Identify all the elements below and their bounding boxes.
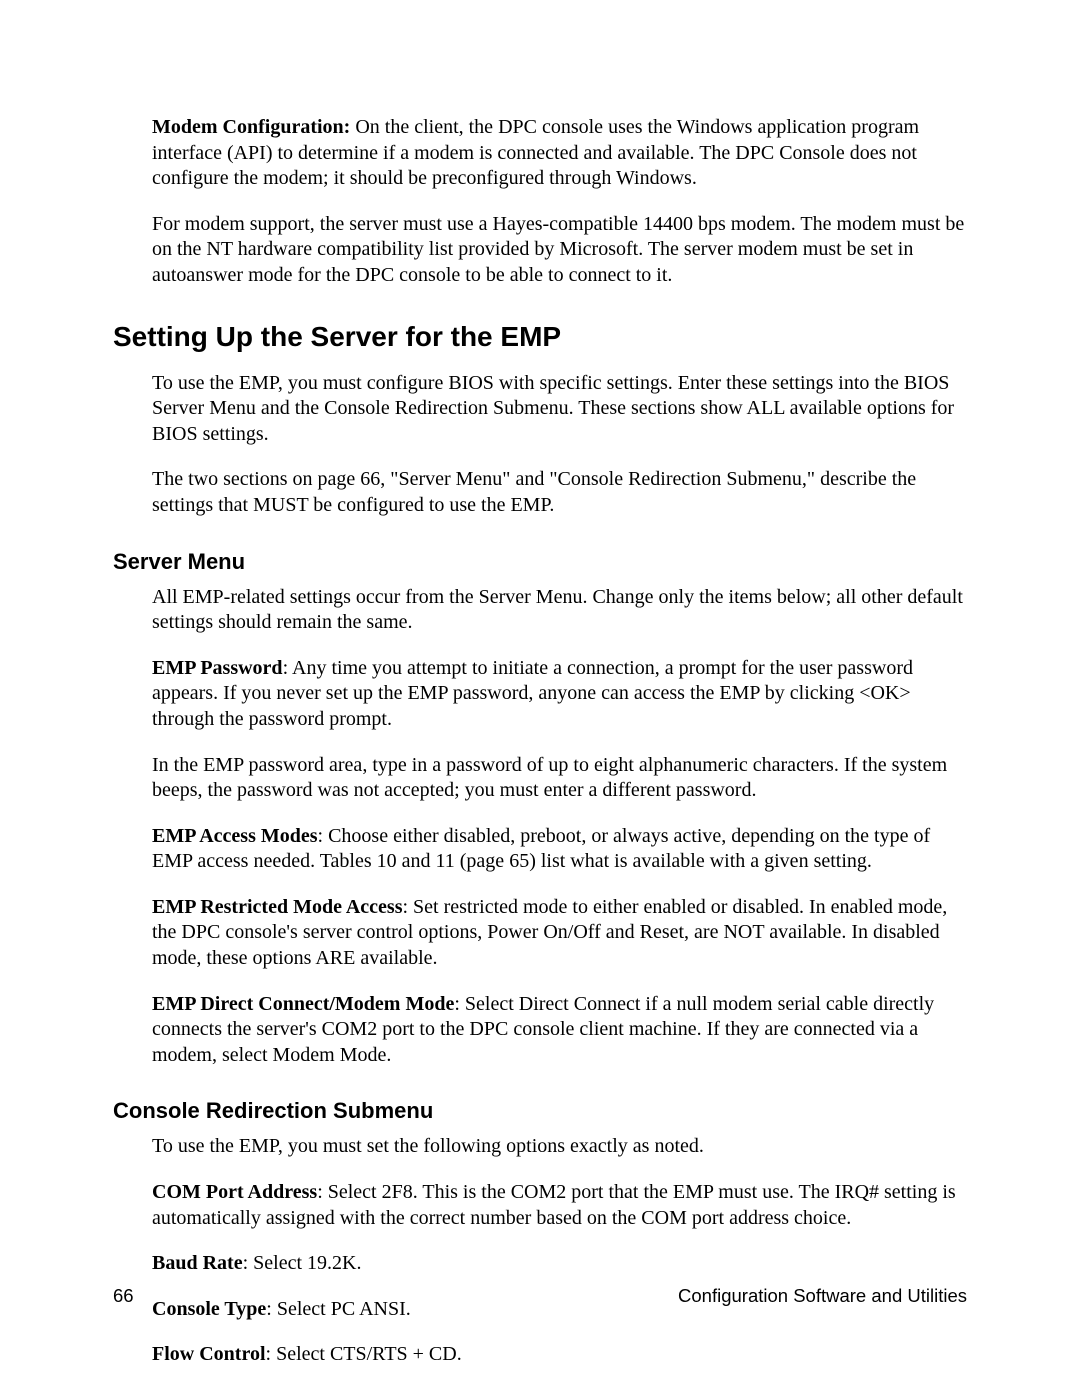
paragraph-emp-password-area: In the EMP password area, type in a pass… xyxy=(152,753,967,804)
label-flow-control: Flow Control xyxy=(152,1343,266,1365)
intro-block: Modem Configuration: On the client, the … xyxy=(152,115,967,289)
paragraph-emp-direct-connect: EMP Direct Connect/Modem Mode: Select Di… xyxy=(152,992,967,1069)
heading-server-menu: Server Menu xyxy=(113,549,967,575)
footer-title: Configuration Software and Utilities xyxy=(678,1285,967,1307)
label-emp-access-modes: EMP Access Modes xyxy=(152,825,318,847)
paragraph-baud-rate: Baud Rate: Select 19.2K. xyxy=(152,1251,967,1277)
label-modem-config: Modem Configuration: xyxy=(152,116,350,138)
paragraph-modem-config: Modem Configuration: On the client, the … xyxy=(152,115,967,192)
paragraph-emp-restricted-mode: EMP Restricted Mode Access: Set restrict… xyxy=(152,895,967,972)
server-menu-body: All EMP-related settings occur from the … xyxy=(152,585,967,1069)
paragraph-emp-password: EMP Password: Any time you attempt to in… xyxy=(152,656,967,733)
label-com-port: COM Port Address xyxy=(152,1181,317,1203)
text-baud-rate: : Select 19.2K. xyxy=(243,1252,362,1274)
paragraph-modem-support: For modem support, the server must use a… xyxy=(152,212,967,289)
label-baud-rate: Baud Rate xyxy=(152,1252,243,1274)
paragraph-cr-intro: To use the EMP, you must set the followi… xyxy=(152,1134,967,1160)
paragraph-sm-intro: All EMP-related settings occur from the … xyxy=(152,585,967,636)
label-emp-password: EMP Password xyxy=(152,657,283,679)
heading-console-redirection: Console Redirection Submenu xyxy=(113,1098,967,1124)
console-redirection-body: To use the EMP, you must set the followi… xyxy=(152,1134,967,1368)
text-flow-control: : Select CTS/RTS + CD. xyxy=(266,1343,462,1365)
paragraph-emp-access-modes: EMP Access Modes: Choose either disabled… xyxy=(152,824,967,875)
page-footer: 66 Configuration Software and Utilities xyxy=(113,1285,967,1307)
heading-setting-up-server-emp: Setting Up the Server for the EMP xyxy=(113,321,967,353)
label-emp-restricted: EMP Restricted Mode Access xyxy=(152,896,402,918)
paragraph-configure-bios: To use the EMP, you must configure BIOS … xyxy=(152,371,967,448)
label-emp-direct: EMP Direct Connect/Modem Mode xyxy=(152,993,454,1015)
page-number: 66 xyxy=(113,1285,134,1306)
paragraph-com-port: COM Port Address: Select 2F8. This is th… xyxy=(152,1180,967,1231)
paragraph-two-sections: The two sections on page 66, "Server Men… xyxy=(152,467,967,518)
section-setting-up-body: To use the EMP, you must configure BIOS … xyxy=(152,371,967,519)
paragraph-flow-control: Flow Control: Select CTS/RTS + CD. xyxy=(152,1342,967,1368)
document-page: Modem Configuration: On the client, the … xyxy=(0,0,1080,1397)
